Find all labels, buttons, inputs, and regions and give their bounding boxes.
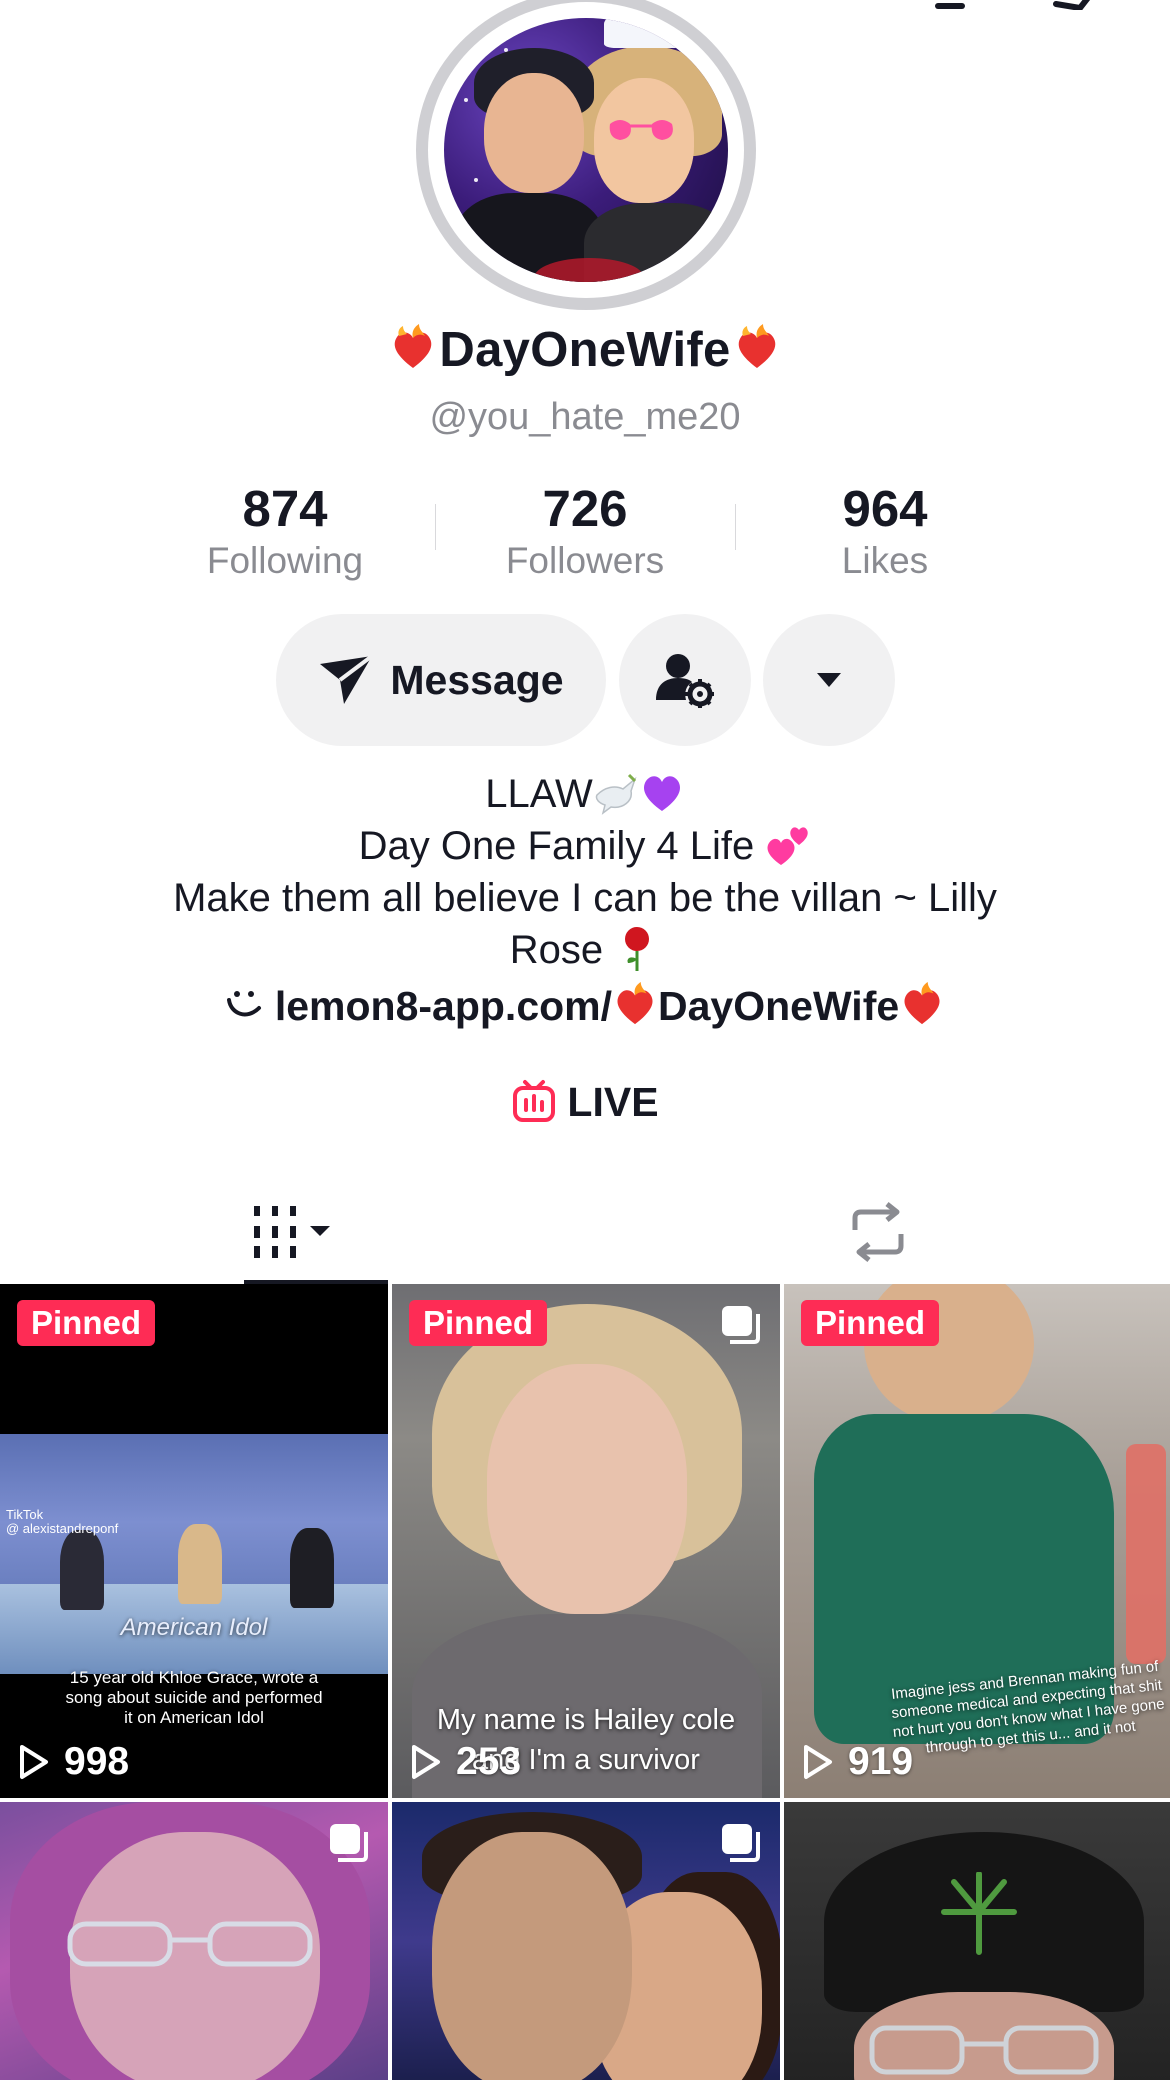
- couple-avatar-illustration: [444, 18, 728, 282]
- notification-bell-icon[interactable]: [930, 0, 970, 15]
- view-count: 253: [410, 1740, 521, 1784]
- tiktok-watermark: TikTok @ alexistandreponf: [6, 1507, 119, 1536]
- profile-actions: Message: [0, 614, 1170, 746]
- profile-bio: LLAW Day One Family 4 Life Make them all…: [100, 768, 1070, 976]
- glasses-shape: [67, 1921, 313, 1967]
- bio-line-3: Make them all believe I can be the villa…: [173, 876, 997, 920]
- play-icon: [804, 1745, 832, 1779]
- profile-avatar[interactable]: [416, 0, 756, 310]
- lemon8-link-icon: [226, 991, 261, 1017]
- username: @you_hate_me20: [429, 396, 741, 438]
- video-thumbnail[interactable]: TikTok @ alexistandreponf American Idol …: [0, 1284, 388, 1798]
- stat-label: Likes: [841, 540, 929, 581]
- view-count: 998: [18, 1740, 129, 1784]
- tab-videos[interactable]: [0, 1180, 585, 1284]
- video-thumbnail[interactable]: [784, 1802, 1170, 2080]
- pinned-badge: Pinned: [17, 1300, 156, 1346]
- burning-heart-icon: [395, 324, 432, 368]
- user-settings-icon: [656, 654, 714, 708]
- more-options-button[interactable]: [763, 614, 895, 746]
- stat-value: 964: [842, 480, 928, 537]
- live-button[interactable]: LIVE: [0, 1078, 1170, 1126]
- live-label: LIVE: [567, 1079, 659, 1125]
- message-button-label: Message: [390, 656, 564, 703]
- burning-heart-icon: [617, 982, 653, 1025]
- video-brand-text: American Idol: [120, 1614, 268, 1641]
- stat-divider: [735, 504, 736, 550]
- multi-photo-icon: [330, 1824, 368, 1862]
- view-count: 919: [802, 1740, 913, 1784]
- pinned-badge: Pinned: [801, 1300, 940, 1346]
- burning-heart-icon: [738, 324, 775, 368]
- stat-divider: [435, 504, 436, 550]
- stat-followers[interactable]: 726 Followers: [455, 480, 715, 584]
- videos-grid-icon: [253, 1206, 330, 1258]
- profile-stats: 874 Following 726 Followers 964 Likes: [0, 480, 1170, 590]
- repost-icon: [852, 1202, 903, 1262]
- link-text: lemon8-app.com/: [274, 983, 613, 1029]
- stat-value: 874: [242, 480, 328, 537]
- profile-link[interactable]: lemon8-app.com/DayOneWife: [0, 982, 1170, 1030]
- caret-down-icon: [817, 673, 841, 687]
- share-arrow-icon[interactable]: [1050, 0, 1100, 15]
- purple-heart-icon: [643, 776, 680, 811]
- rose-icon: [625, 927, 650, 971]
- multi-photo-icon: [722, 1306, 760, 1344]
- dove-icon: [595, 773, 637, 815]
- user-settings-button[interactable]: [619, 614, 751, 746]
- stat-value: 726: [542, 480, 628, 537]
- video-thumbnail[interactable]: My name is Hailey cole and I'm a survivo…: [392, 1284, 780, 1798]
- stat-likes[interactable]: 964 Likes: [755, 480, 1015, 584]
- two-hearts-icon: [767, 827, 809, 865]
- tab-reposts[interactable]: [585, 1180, 1170, 1284]
- glasses-shape: [869, 2025, 1099, 2075]
- stat-label: Following: [206, 540, 364, 581]
- live-tv-icon: [513, 1080, 556, 1122]
- burning-heart-icon: [904, 982, 940, 1025]
- send-icon: [320, 654, 374, 704]
- pinned-badge: Pinned: [409, 1300, 548, 1346]
- multi-photo-icon: [722, 1824, 760, 1862]
- video-thumbnail[interactable]: [392, 1802, 780, 2080]
- stat-following[interactable]: 874 Following: [155, 480, 415, 584]
- video-thumbnail[interactable]: Imagine jess and Brennan making fun of s…: [784, 1284, 1170, 1798]
- bio-line-1: LLAW: [100, 768, 1070, 820]
- bio-line-2: Day One Family 4 Life: [100, 820, 1070, 872]
- video-thumbnail[interactable]: [0, 1802, 388, 2080]
- video-caption: 15 year old Khloe Grace, wrote a song ab…: [65, 1668, 323, 1727]
- link-suffix: DayOneWife: [658, 983, 900, 1029]
- bio-line-4: Rose: [100, 924, 1070, 976]
- display-name: DayOneWife: [0, 322, 1170, 378]
- stat-label: Followers: [505, 540, 665, 581]
- message-button[interactable]: Message: [276, 614, 606, 746]
- play-icon: [412, 1745, 440, 1779]
- play-icon: [20, 1745, 48, 1779]
- leaf-icon: [941, 1872, 1017, 1955]
- back-arrow-icon[interactable]: [48, 0, 88, 17]
- content-tabs: [0, 1180, 1170, 1284]
